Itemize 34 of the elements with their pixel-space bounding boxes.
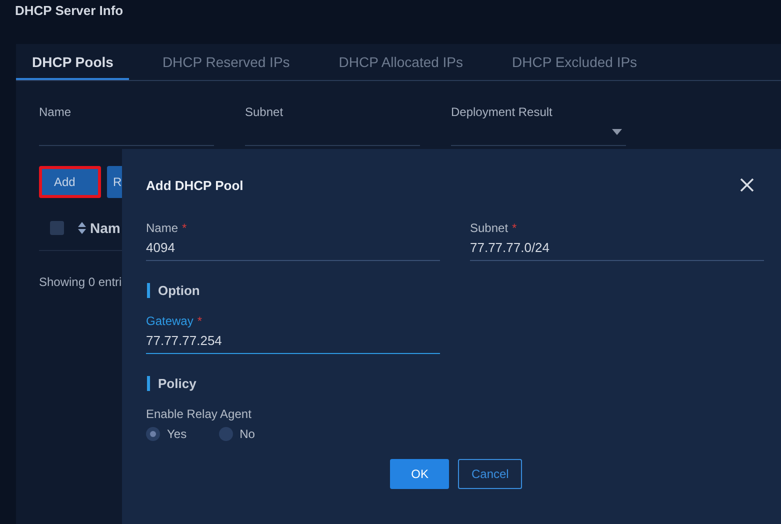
radio-button[interactable]	[218, 427, 233, 441]
input-field[interactable]: 77.77.77.254	[146, 328, 440, 354]
tab[interactable]: DHCP Allocated IPs	[322, 44, 480, 80]
sort-icon[interactable]	[78, 222, 86, 234]
radio-label: No	[240, 427, 255, 441]
radio-label: Yes	[167, 427, 187, 441]
required-mark: *	[182, 221, 187, 235]
field-label: Name *	[146, 221, 188, 235]
radio-button[interactable]	[146, 427, 160, 441]
checkbox[interactable]	[50, 221, 64, 235]
section-title: Option	[147, 283, 781, 298]
dialog-title: Add DHCP Pool	[146, 178, 244, 192]
field-label: Subnet *	[470, 221, 518, 235]
close-icon[interactable]	[740, 178, 754, 192]
tab[interactable]: DHCP Reserved IPs	[146, 44, 306, 80]
tab[interactable]: DHCP Excluded IPs	[496, 44, 654, 80]
add-button[interactable]: Add	[39, 166, 101, 198]
tab[interactable]: DHCP Pools	[16, 44, 130, 80]
entries-count: Showing 0 entri	[38, 274, 123, 289]
field-label: Gateway *	[146, 314, 204, 328]
column-header: Nam	[90, 220, 120, 236]
section-title: Policy	[147, 376, 781, 391]
cancel-button[interactable]: Cancel	[458, 459, 522, 489]
input-field[interactable]: 4094	[146, 235, 440, 261]
required-mark: *	[512, 221, 517, 235]
required-mark: *	[197, 314, 202, 328]
caret-icon	[612, 129, 622, 135]
page-title: DHCP Server Info	[15, 2, 124, 20]
field-label: Enable Relay Agent	[146, 407, 252, 421]
filter-label: Subnet	[245, 105, 284, 119]
filter-label: Deployment Result	[451, 105, 554, 119]
filter-label: Name	[39, 105, 72, 119]
input-field[interactable]: 77.77.77.0/24	[470, 235, 764, 261]
ok-button[interactable]: OK	[390, 459, 450, 489]
